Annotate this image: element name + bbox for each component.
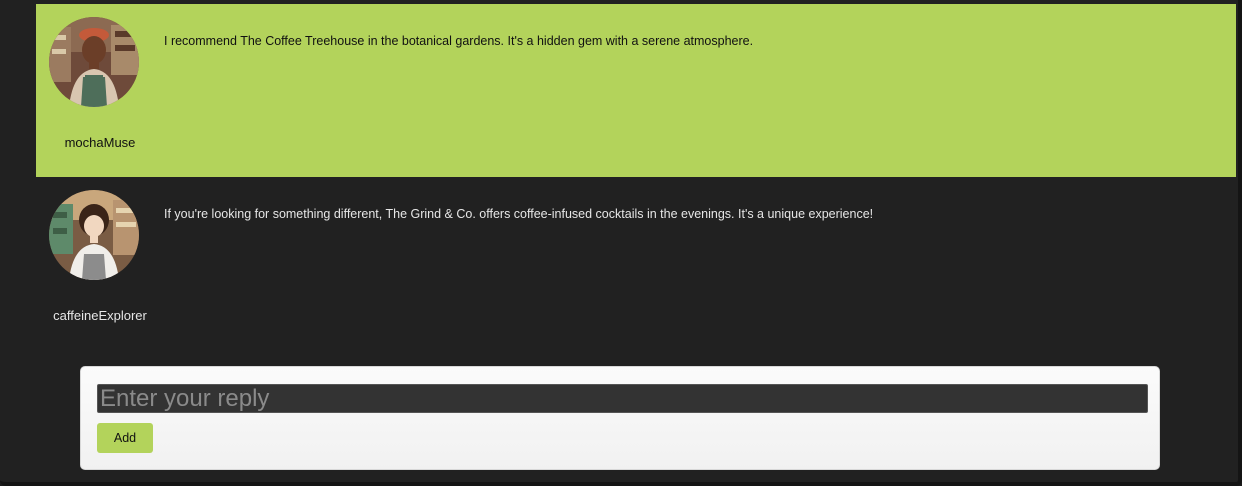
comment-text: If you're looking for something differen… bbox=[164, 207, 874, 221]
comment-username: mochaMuse bbox=[64, 135, 136, 150]
barista-anime-avatar-icon bbox=[49, 190, 139, 280]
comment-item: mochaMuse I recommend The Coffee Treehou… bbox=[36, 4, 1236, 177]
barista-woman-avatar-icon bbox=[49, 17, 139, 107]
user-avatar[interactable] bbox=[49, 190, 139, 280]
comment-item: caffeineExplorer If you're looking for s… bbox=[36, 177, 1236, 350]
comment-text: I recommend The Coffee Treehouse in the … bbox=[164, 34, 754, 48]
add-reply-button[interactable]: Add bbox=[97, 423, 153, 453]
reply-form: Add bbox=[80, 366, 1160, 470]
user-avatar[interactable] bbox=[49, 17, 139, 107]
reply-input[interactable] bbox=[97, 384, 1148, 413]
comments-panel: mochaMuse I recommend The Coffee Treehou… bbox=[0, 0, 1242, 486]
comment-username: caffeineExplorer bbox=[53, 308, 147, 323]
